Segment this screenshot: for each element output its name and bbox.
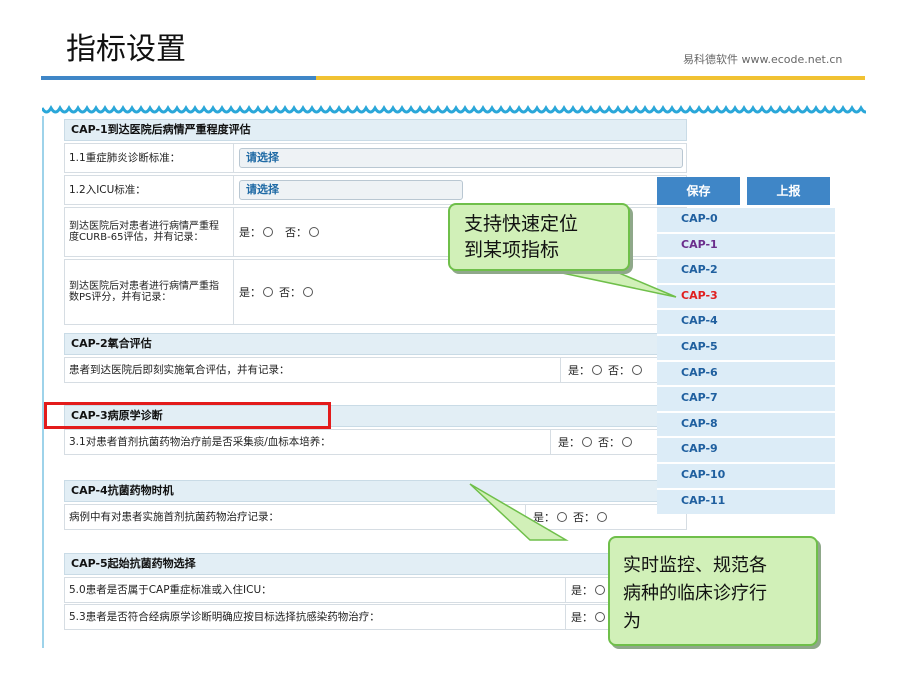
yes-label: 是： <box>533 511 555 524</box>
callout-line: 为 <box>623 611 641 632</box>
no-label: 否： <box>598 436 620 449</box>
cap-nav-item-cap-11[interactable]: CAP-11 <box>681 494 725 507</box>
oxygenation-radio-group: 是： 否： <box>568 358 646 382</box>
report-button[interactable]: 上报 <box>747 177 830 205</box>
yes-radio[interactable] <box>582 437 592 447</box>
callout-line: 实时监控、规范各 <box>623 555 767 576</box>
yes-radio[interactable] <box>263 227 273 237</box>
no-label: 否： <box>608 364 630 377</box>
form-row: 病例中有对患者实施首剂抗菌药物治疗记录： 是： 否： <box>64 504 687 530</box>
yes-radio[interactable] <box>592 365 602 375</box>
row-label: 到达医院后对患者进行病情严重指数PS评分，并有记录： <box>69 281 219 303</box>
row-label: 5.3患者是否符合经病原学诊断明确应按目标选择抗感染药物治疗： <box>69 610 380 623</box>
slide-title: 指标设置 <box>66 32 186 67</box>
no-radio[interactable] <box>597 512 607 522</box>
curb65-radio-group: 是： 否： <box>239 208 323 256</box>
row-label: 病例中有对患者实施首剂抗菌药物治疗记录： <box>69 510 279 523</box>
severe-cap-radio-group: 是： <box>571 578 609 602</box>
cap-3-highlight <box>44 402 331 429</box>
timing-radio-group: 是： 否： <box>533 505 611 529</box>
yes-label: 是： <box>558 436 580 449</box>
no-label: 否： <box>279 286 301 299</box>
yes-label: 是： <box>239 286 261 299</box>
form-row: 3.1对患者首剂抗菌药物治疗前是否采集痰/血标本培养： 是： 否： <box>64 429 687 455</box>
row-label: 1.1重症肺炎诊断标准： <box>69 151 181 164</box>
cap-nav-item-cap-6[interactable]: CAP-6 <box>681 366 718 379</box>
cap-nav-item-cap-8[interactable]: CAP-8 <box>681 417 718 430</box>
header-rule-blue <box>41 76 316 80</box>
cap-nav-item-cap-4[interactable]: CAP-4 <box>681 314 718 327</box>
cap-quick-nav: CAP-0 CAP-1 CAP-2 CAP-3 CAP-4 CAP-5 CAP-6 CAP-7… <box>657 208 835 514</box>
no-radio[interactable] <box>303 287 313 297</box>
cap-nav-separator <box>657 410 835 413</box>
psi-radio-group: 是： 否： <box>239 260 317 324</box>
section-heading-cap-2: CAP-2氧合评估 <box>64 333 687 355</box>
cap-nav-separator <box>657 334 835 336</box>
icu-criteria-select[interactable]: 请选择 <box>239 180 463 200</box>
cap-nav-item-cap-3[interactable]: CAP-3 <box>681 289 718 302</box>
no-radio[interactable] <box>622 437 632 447</box>
cap-nav-item-cap-9[interactable]: CAP-9 <box>681 442 718 455</box>
no-label: 否： <box>285 226 307 239</box>
section-heading-cap-4: CAP-4抗菌药物时机 <box>64 480 687 502</box>
cap-nav-item-cap-7[interactable]: CAP-7 <box>681 391 718 404</box>
cap-nav-separator <box>657 282 835 285</box>
form-row: 1.2入ICU标准： 请选择 <box>64 175 687 205</box>
section-heading-cap-1: CAP-1到达医院后病情严重程度评估 <box>64 119 687 141</box>
row-label: 到达医院后对患者进行病情严重程度CURB-65评估，并有记录： <box>69 221 219 243</box>
severe-pneumonia-criteria-select[interactable]: 请选择 <box>239 148 683 168</box>
cap-nav-separator <box>657 462 835 464</box>
form-row: 患者到达医院后即刻实施氧合评估，并有记录： 是： 否： <box>64 357 687 383</box>
cap-nav-separator <box>657 359 835 362</box>
no-radio[interactable] <box>309 227 319 237</box>
panel-left-border <box>42 116 44 648</box>
yes-label: 是： <box>571 584 593 597</box>
section-heading-cap-5: CAP-5起始抗菌药物选择 <box>64 553 687 575</box>
cap-nav-item-cap-1[interactable]: CAP-1 <box>681 238 718 251</box>
row-label: 患者到达医院后即刻实施氧合评估，并有记录： <box>69 363 290 376</box>
form-row: 1.1重症肺炎诊断标准： 请选择 <box>64 143 687 173</box>
row-label: 1.2入ICU标准： <box>69 183 146 196</box>
cap-nav-item-cap-2[interactable]: CAP-2 <box>681 263 718 276</box>
brand-text: 易科德软件 www.ecode.net.cn <box>683 53 843 66</box>
callout-line: 病种的临床诊疗行 <box>623 583 767 604</box>
cap-nav-separator <box>657 436 835 439</box>
culture-radio-group: 是： 否： <box>558 430 636 454</box>
save-button[interactable]: 保存 <box>657 177 740 205</box>
yes-radio[interactable] <box>557 512 567 522</box>
no-label: 否： <box>573 511 595 524</box>
cap-nav-separator <box>657 385 835 388</box>
cap-nav-item-cap-10[interactable]: CAP-10 <box>681 468 725 481</box>
no-radio[interactable] <box>632 365 642 375</box>
yes-label: 是： <box>568 364 590 377</box>
row-label: 5.0患者是否属于CAP重症标准或入住ICU： <box>69 583 272 596</box>
yes-label: 是： <box>239 226 261 239</box>
yes-radio[interactable] <box>263 287 273 297</box>
cap-nav-separator <box>657 231 835 234</box>
wavy-border <box>42 104 866 114</box>
cap-nav-item-cap-5[interactable]: CAP-5 <box>681 340 718 353</box>
cap-nav-separator <box>657 257 835 260</box>
header-rule-gold <box>316 76 865 80</box>
yes-radio[interactable] <box>595 585 605 595</box>
callout-line: 支持快速定位 <box>464 213 579 235</box>
cap-nav-separator <box>657 487 835 490</box>
callout-realtime-monitoring: 实时监控、规范各 病种的临床诊疗行 为 <box>608 536 818 646</box>
callout-quick-locate: 支持快速定位 到某项指标 <box>448 203 630 271</box>
form-row: 5.0患者是否属于CAP重症标准或入住ICU： 是： <box>64 577 687 603</box>
form-row: 5.3患者是否符合经病原学诊断明确应按目标选择抗感染药物治疗： 是： <box>64 604 687 630</box>
cap-nav-separator <box>657 308 835 311</box>
targeted-therapy-radio-group: 是： <box>571 605 609 629</box>
row-label: 3.1对患者首剂抗菌药物治疗前是否采集痰/血标本培养： <box>69 435 331 448</box>
callout-line: 到某项指标 <box>464 239 560 261</box>
yes-label: 是： <box>571 611 593 624</box>
cap-nav-item-cap-0[interactable]: CAP-0 <box>681 212 718 225</box>
yes-radio[interactable] <box>595 612 605 622</box>
